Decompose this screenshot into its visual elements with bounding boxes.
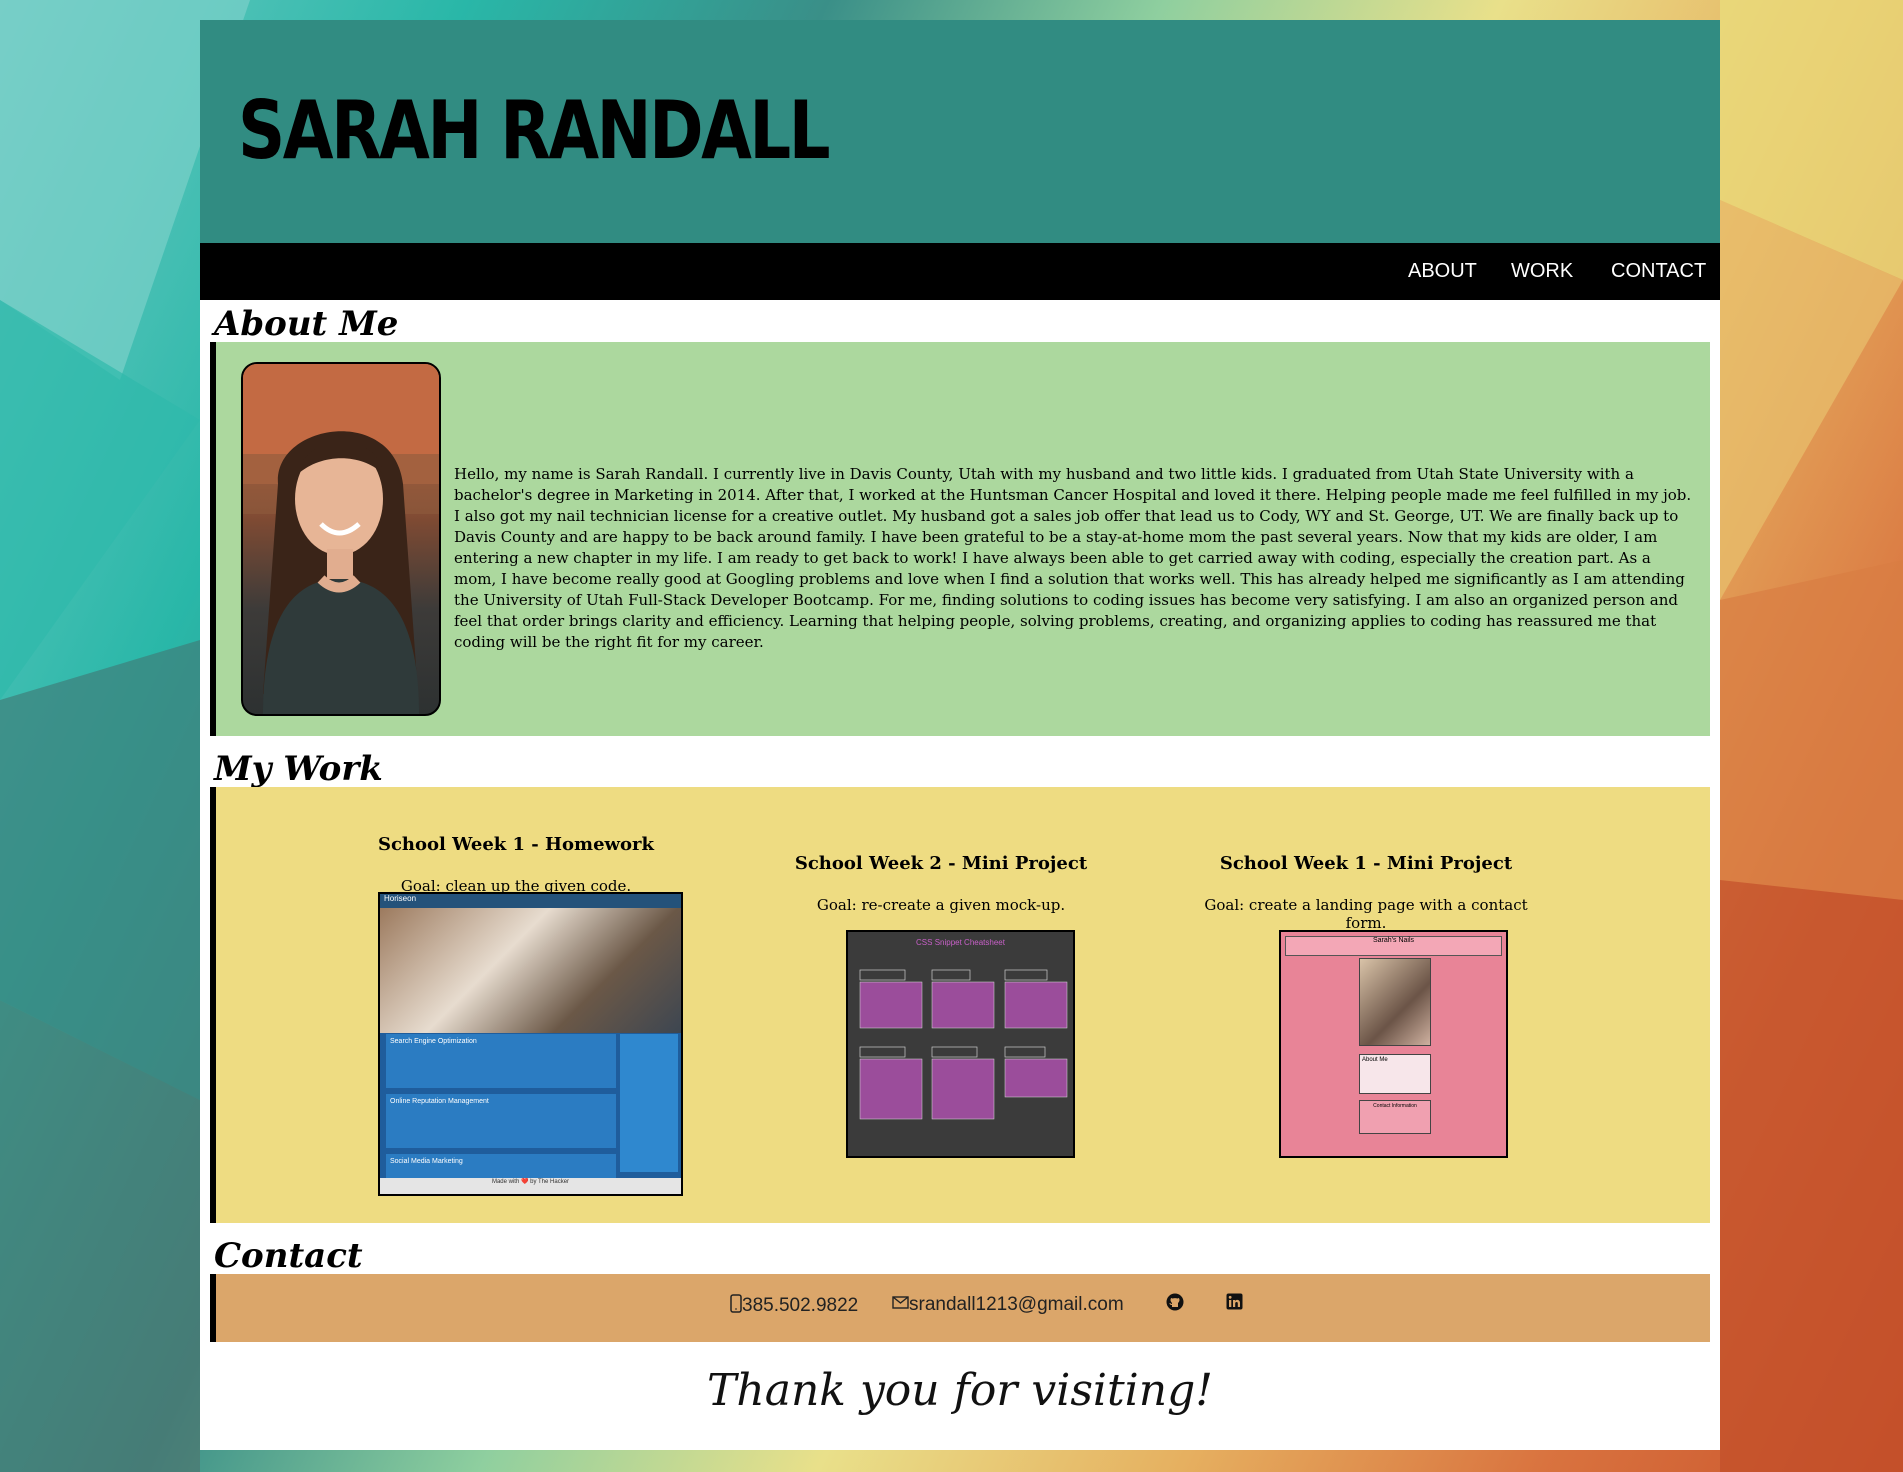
project-thumbnail-1[interactable]: Horiseon Search Engine Optimization Onli…: [378, 892, 683, 1196]
project-thumbnail-2[interactable]: CSS Snippet Cheatsheet: [846, 930, 1075, 1158]
thumb-item: Search Engine Optimization: [386, 1034, 616, 1088]
phone-icon: [730, 1294, 742, 1313]
about-text: Hello, my name is Sarah Randall. I curre…: [454, 465, 1692, 651]
thumb-title: CSS Snippet Cheatsheet: [916, 938, 1005, 947]
work-section: School Week 1 - Homework Goal: clean up …: [210, 787, 1710, 1223]
thumb-brand: Horiseon: [384, 894, 417, 903]
about-section: Hello, my name is Sarah Randall. I curre…: [210, 342, 1710, 736]
nav-link-work[interactable]: WORK: [1511, 260, 1573, 283]
project-card-2[interactable]: School Week 2 - Mini Project Goal: re-cr…: [786, 853, 1096, 914]
thumb-footer: Made with ❤️ by The Hacker: [380, 1178, 681, 1194]
github-icon: [1166, 1293, 1184, 1311]
project-card-3[interactable]: School Week 1 - Mini Project Goal: creat…: [1196, 853, 1536, 932]
phone-number: 385.502.9822: [742, 1295, 859, 1316]
navbar: ABOUT WORK CONTACT: [200, 243, 1720, 300]
github-link[interactable]: [1166, 1293, 1184, 1317]
site-title: SARAH RANDALL: [238, 84, 831, 177]
page-container: SARAH RANDALL ABOUT WORK CONTACT About M…: [200, 20, 1720, 1450]
thumb-form: Contact Information: [1359, 1100, 1431, 1134]
project-thumbnail-3[interactable]: Sarah's Nails About Me Contact Informati…: [1279, 930, 1508, 1158]
thumb-item: Online Reputation Management: [386, 1094, 616, 1148]
project-goal: Goal: re-create a given mock-up.: [816, 896, 1066, 914]
mail-icon: [892, 1296, 909, 1309]
email-address: srandall1213@gmail.com: [909, 1294, 1124, 1315]
thumb-photo: [1359, 958, 1431, 1046]
project-goal: Goal: create a landing page with a conta…: [1204, 896, 1528, 932]
phone-link[interactable]: 385.502.9822: [730, 1294, 858, 1317]
contact-heading: Contact: [214, 1236, 363, 1276]
thumb-title: Sarah's Nails: [1285, 936, 1502, 956]
thumb-hero-image: [380, 908, 681, 1033]
project-title: School Week 1 - Homework: [377, 834, 655, 855]
contact-section: 385.502.9822 srandall1213@gmail.com: [210, 1274, 1710, 1342]
linkedin-link[interactable]: [1226, 1293, 1243, 1316]
site-header: SARAH RANDALL: [200, 20, 1720, 243]
profile-photo: [241, 362, 441, 716]
project-card-1[interactable]: School Week 1 - Homework Goal: clean up …: [361, 834, 671, 895]
about-heading: About Me: [214, 304, 399, 344]
project-title: School Week 1 - Mini Project: [1219, 853, 1513, 874]
email-link[interactable]: srandall1213@gmail.com: [892, 1294, 1124, 1316]
project-title: School Week 2 - Mini Project: [794, 853, 1088, 874]
thank-you-message: Thank you for visiting!: [707, 1365, 1213, 1416]
nav-link-contact[interactable]: CONTACT: [1611, 260, 1706, 283]
nav-link-about[interactable]: ABOUT: [1408, 260, 1477, 283]
thumb-about: About Me: [1359, 1054, 1431, 1094]
work-heading: My Work: [214, 749, 383, 789]
linkedin-icon: [1226, 1293, 1243, 1310]
